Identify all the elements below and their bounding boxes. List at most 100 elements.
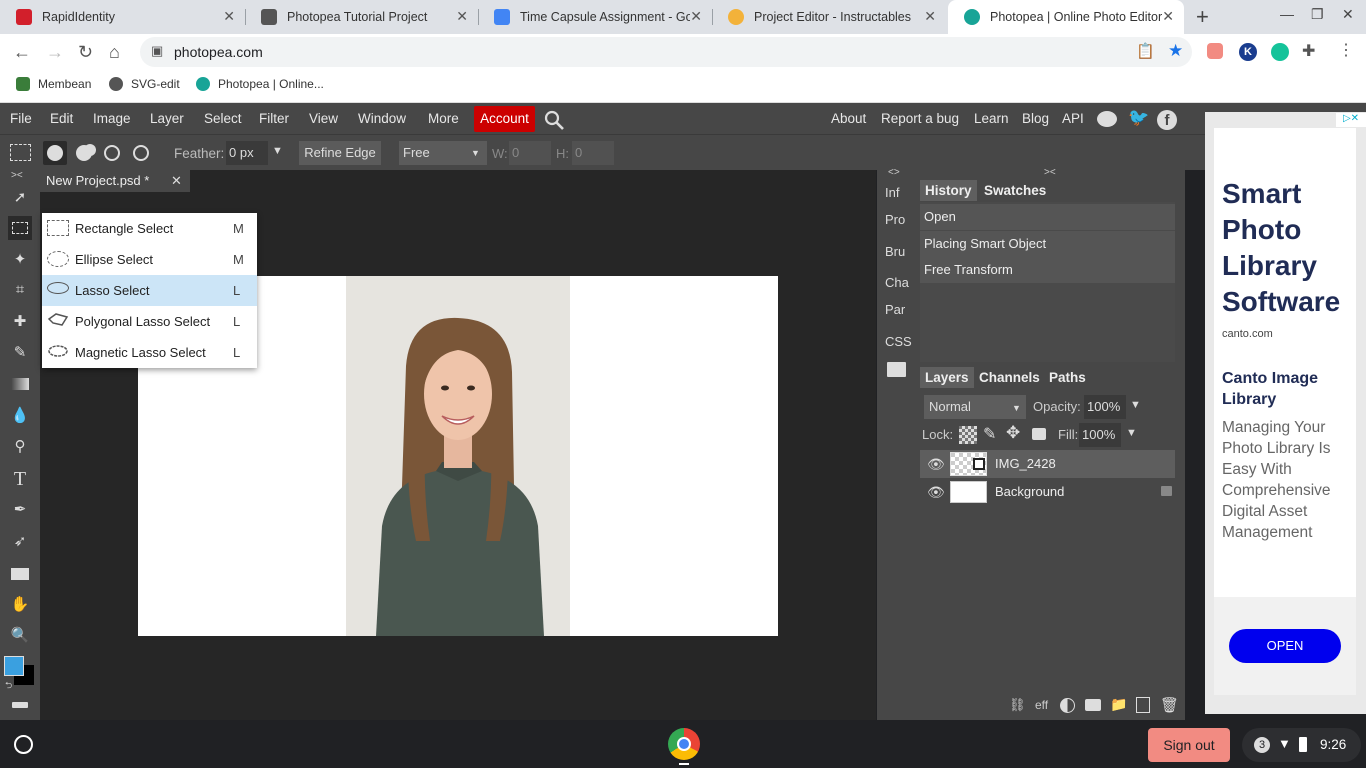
minimize-icon[interactable]: — bbox=[1280, 6, 1294, 22]
visibility-eye-icon[interactable]: 👁 bbox=[927, 484, 945, 501]
feather-dropdown-icon[interactable]: ▼ bbox=[272, 145, 283, 157]
healing-brush-icon[interactable]: ✚ bbox=[8, 310, 32, 334]
bookmark-svg-edit[interactable]: SVG-edit bbox=[109, 77, 180, 91]
dodge-tool-icon[interactable]: ⚲ bbox=[8, 435, 32, 459]
menu-view[interactable]: View bbox=[309, 111, 338, 126]
extension-icon[interactable] bbox=[1207, 43, 1223, 59]
menu-more[interactable]: More bbox=[428, 111, 459, 126]
layer-name[interactable]: Background bbox=[995, 484, 1064, 499]
clipboard-icon[interactable]: 📋 bbox=[1136, 42, 1155, 60]
restore-icon[interactable]: ❐ bbox=[1311, 6, 1324, 23]
new-layer-icon[interactable] bbox=[1136, 697, 1150, 713]
blend-mode-select[interactable]: Normal ▼ bbox=[924, 395, 1026, 419]
opacity-dropdown-icon[interactable]: ▼ bbox=[1130, 399, 1141, 411]
intersect-selection-icon[interactable] bbox=[133, 145, 149, 161]
layer-effects-button[interactable]: eff bbox=[1035, 698, 1048, 712]
url-text[interactable]: photopea.com bbox=[174, 44, 263, 60]
launcher-icon[interactable] bbox=[14, 735, 33, 754]
tab-channels[interactable]: Channels bbox=[974, 367, 1045, 388]
history-item[interactable]: Placing Smart Object bbox=[920, 231, 1175, 257]
history-item[interactable]: Open bbox=[920, 204, 1175, 230]
new-selection-icon[interactable] bbox=[47, 145, 63, 161]
close-tab-icon[interactable]: ✕ bbox=[924, 8, 936, 25]
rect-select-tool-icon[interactable] bbox=[10, 144, 31, 161]
close-document-icon[interactable]: ✕ bbox=[171, 173, 182, 189]
panel-info[interactable]: Inf bbox=[885, 185, 899, 200]
height-input[interactable]: 0 bbox=[572, 141, 614, 165]
gradient-tool-icon[interactable] bbox=[8, 372, 32, 396]
adchoices-icon[interactable]: ▷✕ bbox=[1336, 113, 1366, 127]
window-close-icon[interactable]: ✕ bbox=[1342, 6, 1354, 23]
move-tool-icon[interactable]: ➚ bbox=[8, 186, 32, 210]
feather-input[interactable]: 0 px bbox=[226, 141, 268, 165]
close-tab-icon[interactable]: ✕ bbox=[223, 8, 235, 25]
link-layers-icon[interactable]: ⛓ bbox=[1009, 697, 1026, 713]
bookmark-photopea[interactable]: Photopea | Online... bbox=[196, 77, 324, 91]
adjustment-layer-icon[interactable] bbox=[1060, 698, 1075, 713]
home-icon[interactable]: ⌂ bbox=[109, 42, 120, 63]
foreground-color-swatch[interactable] bbox=[4, 656, 24, 676]
site-info-icon[interactable]: ▣ bbox=[151, 43, 163, 59]
close-tab-icon[interactable]: ✕ bbox=[1162, 8, 1174, 25]
menu-layer[interactable]: Layer bbox=[150, 111, 184, 126]
grammarly-icon[interactable] bbox=[1271, 43, 1289, 61]
close-tab-icon[interactable]: ✕ bbox=[456, 8, 468, 25]
crop-tool-icon[interactable]: ⌗ bbox=[8, 278, 32, 302]
new-group-folder-icon[interactable]: 📁 bbox=[1110, 696, 1127, 713]
refine-edge-button[interactable]: Refine Edge bbox=[299, 141, 381, 165]
zoom-tool-icon[interactable]: 🔍 bbox=[8, 624, 32, 648]
panel-properties[interactable]: Pro bbox=[885, 212, 905, 227]
quick-mask-icon[interactable] bbox=[12, 702, 28, 708]
menu-filter[interactable]: Filter bbox=[259, 111, 289, 126]
tab-photopea-tutorial[interactable]: Photopea Tutorial Project ✕ bbox=[245, 0, 478, 34]
link-about[interactable]: About bbox=[831, 111, 866, 126]
menu-select[interactable]: Select bbox=[204, 111, 242, 126]
ad-content[interactable]: Smart Photo Library Software canto.com C… bbox=[1214, 128, 1356, 695]
magic-wand-icon[interactable]: ✦ bbox=[8, 248, 32, 272]
document-tab[interactable]: New Project.psd * ✕ bbox=[40, 170, 190, 192]
tab-swatches[interactable]: Swatches bbox=[979, 180, 1051, 201]
hand-tool-icon[interactable]: ✋ bbox=[8, 593, 32, 617]
history-item[interactable]: Free Transform bbox=[920, 257, 1175, 283]
profile-k-icon[interactable]: K bbox=[1239, 43, 1257, 61]
facebook-icon[interactable]: f bbox=[1157, 110, 1177, 130]
image-panel-icon[interactable] bbox=[887, 362, 906, 377]
menu-window[interactable]: Window bbox=[358, 111, 406, 126]
tab-time-capsule[interactable]: Time Capsule Assignment - Goo ✕ bbox=[478, 0, 712, 34]
panel-brush[interactable]: Bru bbox=[885, 244, 905, 259]
link-learn[interactable]: Learn bbox=[974, 111, 1009, 126]
search-icon[interactable] bbox=[543, 109, 565, 131]
width-input[interactable]: 0 bbox=[509, 141, 551, 165]
layer-mask-icon[interactable] bbox=[1085, 699, 1101, 711]
tab-photopea-active[interactable]: Photopea | Online Photo Editor ✕ bbox=[948, 0, 1184, 34]
collapse-toggle[interactable]: >< bbox=[11, 170, 23, 181]
path-select-icon[interactable]: ➶ bbox=[8, 530, 32, 554]
new-tab-button[interactable]: + bbox=[1196, 4, 1209, 30]
omnibox[interactable]: ▣ photopea.com 📋 ★ bbox=[140, 37, 1192, 67]
menu-image[interactable]: Image bbox=[93, 111, 131, 126]
close-tab-icon[interactable]: ✕ bbox=[690, 8, 702, 25]
ad-open-button[interactable]: OPEN bbox=[1229, 629, 1341, 663]
pen-tool-icon[interactable]: ✒ bbox=[8, 498, 32, 522]
tab-paths[interactable]: Paths bbox=[1044, 367, 1091, 388]
type-tool-icon[interactable]: T bbox=[8, 467, 32, 491]
brush-tool-icon[interactable]: ✎ bbox=[8, 341, 32, 365]
chrome-app-icon[interactable] bbox=[668, 728, 700, 760]
ad-title[interactable]: Canto Image Library bbox=[1222, 368, 1352, 410]
shape-tool-icon[interactable] bbox=[8, 562, 32, 586]
layer-row-background[interactable]: 👁 Background bbox=[920, 478, 1175, 506]
flyout-item-rectangle-select[interactable]: Rectangle Select M bbox=[42, 213, 257, 244]
marquee-tool-icon[interactable] bbox=[8, 216, 32, 240]
panel-css[interactable]: CSS bbox=[885, 334, 912, 349]
link-blog[interactable]: Blog bbox=[1022, 111, 1049, 126]
extensions-puzzle-icon[interactable]: ✚ bbox=[1302, 41, 1315, 61]
panel-character[interactable]: Cha bbox=[885, 275, 909, 290]
twitter-icon[interactable]: 🐦 bbox=[1128, 108, 1149, 128]
add-selection-icon[interactable] bbox=[76, 145, 92, 161]
fill-input[interactable]: 100% bbox=[1079, 423, 1121, 447]
layer-name[interactable]: IMG_2428 bbox=[995, 456, 1056, 471]
bookmark-star-icon[interactable]: ★ bbox=[1168, 41, 1183, 61]
menu-file[interactable]: File bbox=[10, 111, 32, 126]
status-tray[interactable]: 3 ▼ 9:26 bbox=[1242, 728, 1361, 762]
sign-out-button[interactable]: Sign out bbox=[1148, 728, 1230, 762]
